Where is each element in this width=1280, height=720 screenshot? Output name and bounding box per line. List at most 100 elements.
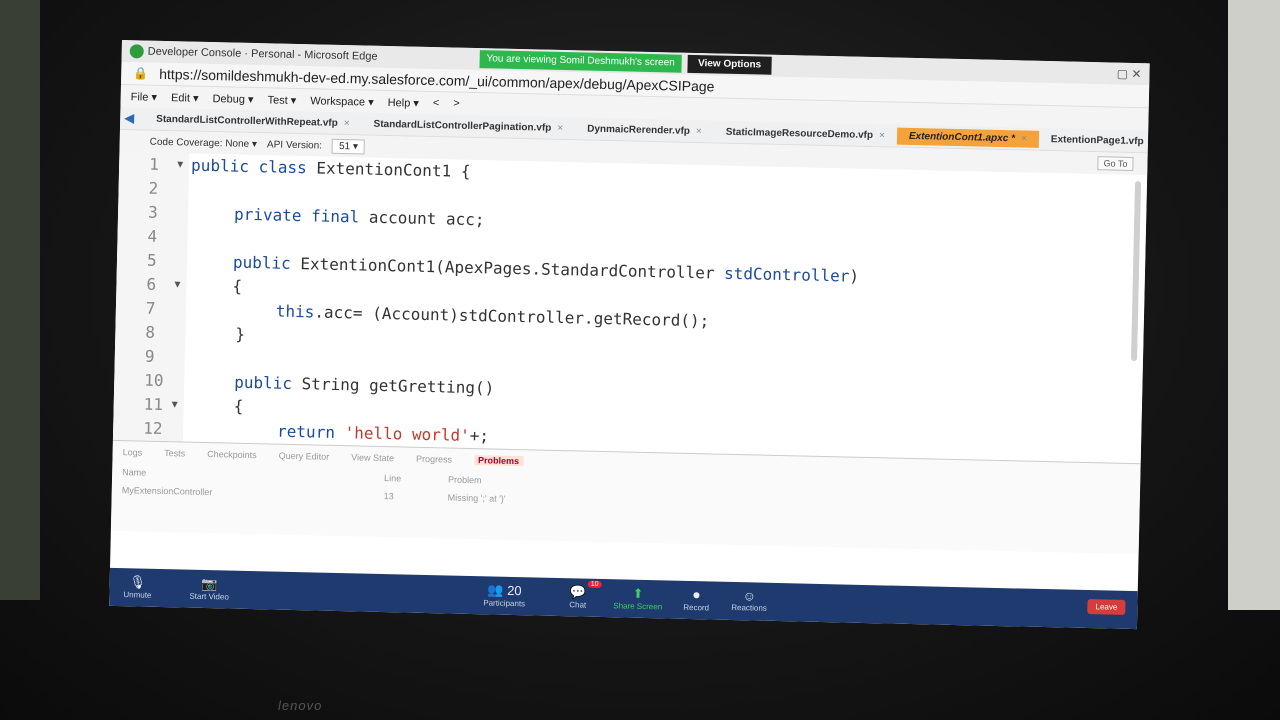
tab-checkpoints[interactable]: Checkpoints <box>207 449 257 460</box>
share-screen-button[interactable]: ⬆ Share Screen <box>613 585 663 612</box>
tab-label: ExtentionPage1.vfp <box>1050 133 1144 147</box>
line-number: 5 <box>146 250 157 270</box>
arrow-left-icon[interactable]: ◀ <box>124 110 134 126</box>
fold-icon[interactable]: ▼ <box>174 273 181 297</box>
participants-label: Participants <box>483 598 526 609</box>
line-number: 8 <box>145 322 156 342</box>
close-icon[interactable]: × <box>344 118 350 129</box>
laptop-screen: Developer Console · Personal - Microsoft… <box>109 40 1150 630</box>
unmute-label: Unmute <box>123 590 152 600</box>
tab-problems[interactable]: Problems <box>473 455 524 467</box>
line-number: 4 <box>147 226 158 246</box>
tab-logs[interactable]: Logs <box>123 447 143 457</box>
leave-button[interactable]: Leave <box>1087 599 1126 615</box>
api-version-value: 51 <box>338 140 351 152</box>
lock-icon: 🔒 <box>133 66 149 81</box>
fold-icon[interactable]: ▼ <box>177 153 184 177</box>
column-problem: Problem <box>447 474 482 486</box>
code-keyword: this <box>275 301 315 322</box>
tab-item[interactable]: ExtentionPage1.vfp <box>1039 130 1150 150</box>
code-text: account acc; <box>359 207 485 230</box>
start-video-button[interactable]: 📷 Start Video <box>189 576 229 602</box>
chat-icon: 💬 <box>569 584 587 600</box>
tab-label: StandardListControllerPagination.vfp <box>373 118 552 134</box>
background-wall <box>0 0 40 600</box>
tab-item[interactable]: StandardListControllerWithRepeat.vfp × <box>144 110 362 132</box>
nav-forward[interactable]: > <box>453 98 460 110</box>
column-name: Name <box>122 467 147 478</box>
share-label: Share Screen <box>613 601 663 612</box>
tab-label: StandardListControllerWithRepeat.vfp <box>156 113 338 129</box>
window-title: Developer Console · Personal - Microsoft… <box>147 45 378 63</box>
code-parameter: stdController <box>723 263 850 286</box>
code-text: ) <box>849 266 860 286</box>
close-icon[interactable]: × <box>1021 133 1027 144</box>
code-editor[interactable]: 1 ▼ public class ExtentionCont1 { 2 3 priva… <box>112 151 1148 464</box>
code-text: String getGretting() <box>291 373 495 398</box>
window-controls[interactable]: ▢ ✕ <box>1117 67 1142 82</box>
participants-icon: 👥 20 <box>487 582 522 599</box>
reactions-label: Reactions <box>731 602 767 613</box>
menu-workspace[interactable]: Workspace ▾ <box>310 94 374 108</box>
tab-label: DynmaicRerender.vfp <box>587 123 691 137</box>
record-button[interactable]: ⏺ Record <box>683 587 709 612</box>
background-wall <box>1228 0 1280 610</box>
code-keyword: public class <box>190 155 307 178</box>
share-banner: You are viewing Somil Deshmukh's screen <box>479 50 682 73</box>
menu-file[interactable]: File ▾ <box>131 90 158 104</box>
menu-edit[interactable]: Edit ▾ <box>171 91 199 105</box>
unmute-button[interactable]: 🎙 Unmute <box>123 574 152 600</box>
tab-label: ExtentionCont1.apxc * <box>908 130 1016 144</box>
tab-item-active[interactable]: ExtentionCont1.apxc * × <box>896 127 1040 148</box>
tab-progress[interactable]: Progress <box>416 454 452 465</box>
code-coverage-select[interactable]: Code Coverage: None ▾ <box>150 136 258 149</box>
close-icon[interactable]: × <box>557 122 563 133</box>
menu-debug[interactable]: Debug ▾ <box>212 92 253 106</box>
go-to-button[interactable]: Go To <box>1097 156 1134 171</box>
line-number: 6 <box>146 274 157 294</box>
code-keyword: public <box>234 372 293 393</box>
code-text: ExtentionCont1 { <box>306 158 471 181</box>
close-icon[interactable]: × <box>879 130 885 141</box>
record-icon: ⏺ <box>693 587 700 603</box>
code-coverage-label: Code Coverage: None <box>149 136 250 150</box>
editor-scrollbar[interactable] <box>1130 181 1142 362</box>
participants-button[interactable]: 👥 20 Participants <box>483 582 525 608</box>
menu-test[interactable]: Test ▾ <box>267 93 296 107</box>
close-icon[interactable]: × <box>696 126 702 137</box>
line-number: 7 <box>145 298 156 318</box>
code-keyword: return <box>276 421 336 442</box>
code-text: +; <box>469 425 490 446</box>
tab-item[interactable]: StaticImageResourceDemo.vfp × <box>714 123 897 144</box>
code-line: { <box>232 276 243 296</box>
code-line: } <box>235 324 246 344</box>
line-number: 2 <box>148 178 159 198</box>
tab-item[interactable]: StandardListControllerPagination.vfp × <box>361 115 575 137</box>
tab-query-editor[interactable]: Query Editor <box>279 451 330 462</box>
laptop-brand: lenovo <box>278 698 323 713</box>
video-label: Start Video <box>189 591 229 602</box>
chat-label: Chat <box>569 600 587 610</box>
fold-icon[interactable]: ▼ <box>171 393 178 417</box>
view-options-button[interactable]: View Options <box>687 54 772 75</box>
line-number: 12 <box>142 418 163 439</box>
tab-item[interactable]: DynmaicRerender.vfp × <box>575 120 714 140</box>
code-string: 'hello world' <box>344 423 471 445</box>
column-line: Line <box>384 473 402 484</box>
nav-back[interactable]: < <box>433 97 440 109</box>
line-number: 11 <box>143 394 164 415</box>
microphone-icon: 🎙 <box>129 574 147 590</box>
tab-view-state[interactable]: View State <box>351 452 394 463</box>
problem-line: 13 <box>383 491 394 502</box>
camera-icon: 📷 <box>201 575 218 592</box>
code-keyword: private final <box>233 204 360 227</box>
menu-help[interactable]: Help ▾ <box>388 96 419 110</box>
app-icon <box>129 44 144 59</box>
share-screen-icon: ⬆ <box>632 585 644 601</box>
problem-name: MyExtensionController <box>121 485 213 498</box>
problem-message: Missing ';' at ')' <box>447 492 506 504</box>
chat-button[interactable]: 💬 10 Chat <box>569 580 602 610</box>
tab-tests[interactable]: Tests <box>164 448 185 458</box>
api-version-select[interactable]: 51 ▾ <box>331 138 366 155</box>
reactions-button[interactable]: ☺ Reactions <box>731 588 767 613</box>
